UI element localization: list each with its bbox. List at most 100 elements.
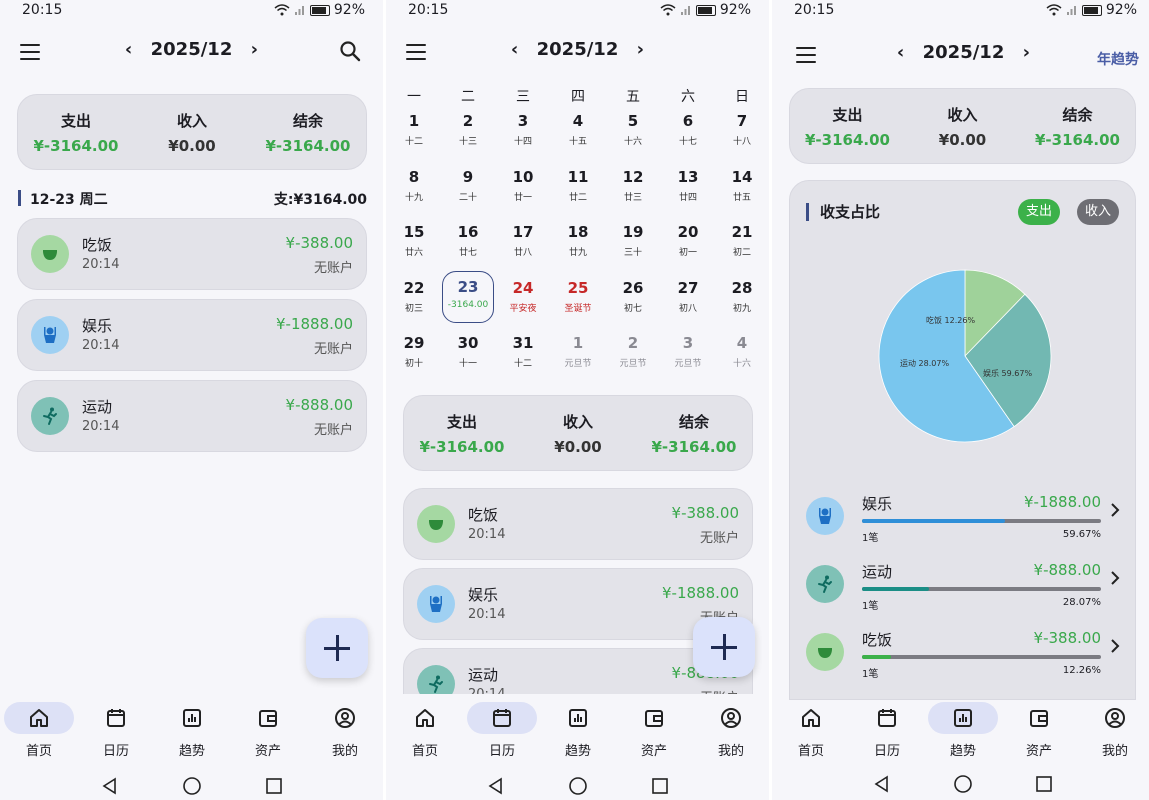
- nav-calendar[interactable]: 日历: [467, 700, 537, 762]
- nav-home[interactable]: 首页: [4, 700, 74, 762]
- month-label[interactable]: 2025/12: [923, 42, 1005, 63]
- back-icon[interactable]: [872, 774, 892, 794]
- next-month-button[interactable]: ›: [1011, 42, 1042, 63]
- day-number: 4: [572, 112, 584, 130]
- calendar-day[interactable]: 17 廿八: [496, 223, 550, 275]
- nav-mine[interactable]: 我的: [1080, 700, 1149, 762]
- balance-label: 结余: [1062, 106, 1093, 124]
- transaction-row[interactable]: 娱乐 20:14 ¥-1888.00 无账户: [17, 299, 367, 371]
- nav-assets[interactable]: 资产: [1004, 700, 1074, 762]
- calendar-day[interactable]: 11 廿二: [551, 168, 605, 220]
- add-record-button[interactable]: [693, 617, 755, 677]
- expense-toggle[interactable]: 支出: [1018, 199, 1060, 225]
- calendar-day[interactable]: 4 十六: [715, 334, 769, 386]
- menu-icon[interactable]: [20, 44, 40, 65]
- recents-icon[interactable]: [650, 776, 670, 796]
- calendar-day[interactable]: 22 初三: [387, 279, 441, 331]
- day-number: 28: [731, 278, 753, 297]
- nav-assets[interactable]: 资产: [619, 700, 689, 762]
- calendar-day[interactable]: 8 十九: [387, 168, 441, 220]
- calendar-day[interactable]: 14 廿五: [715, 168, 769, 220]
- transaction-time: 20:14: [468, 527, 506, 542]
- nav-trend[interactable]: 趋势: [543, 700, 613, 762]
- prev-month-button[interactable]: ‹: [499, 39, 530, 60]
- calendar-day[interactable]: 26 初七: [606, 279, 660, 331]
- calendar-day[interactable]: 21 初二: [715, 223, 769, 275]
- calendar-day[interactable]: 1 元旦节: [551, 334, 605, 386]
- calendar-day[interactable]: 30 十一: [441, 334, 495, 386]
- calendar-day[interactable]: 27 初八: [661, 279, 715, 331]
- next-month-button[interactable]: ›: [625, 39, 656, 60]
- month-label[interactable]: 2025/12: [537, 39, 619, 60]
- puppet-icon: [31, 316, 69, 354]
- calendar-day[interactable]: 12 廿三: [606, 168, 660, 220]
- weekday-label: 四: [571, 89, 585, 105]
- calendar-day[interactable]: 29 初十: [387, 334, 441, 386]
- search-icon[interactable]: [339, 40, 361, 62]
- home-circle-icon[interactable]: [182, 776, 202, 796]
- year-trend-link[interactable]: 年趋势: [1097, 49, 1139, 69]
- transaction-row[interactable]: 吃饭 20:14 ¥-388.00 无账户: [17, 218, 367, 290]
- category-percent: 12.26%: [1062, 665, 1101, 676]
- transaction-row[interactable]: 运动 20:14 ¥-888.00 无账户: [17, 380, 367, 452]
- summary-card: 支出 ¥-3164.00 收入 ¥0.00 结余 ¥-3164.00: [403, 395, 753, 471]
- calendar-day[interactable]: 16 廿七: [441, 223, 495, 275]
- calendar-day[interactable]: 10 廿一: [496, 168, 550, 220]
- month-label[interactable]: 2025/12: [151, 39, 233, 60]
- calendar-day[interactable]: 13 廿四: [661, 168, 715, 220]
- calendar-day[interactable]: 3 元旦节: [661, 334, 715, 386]
- calendar-day[interactable]: 28 初九: [715, 279, 769, 331]
- weekday-label: 六: [681, 89, 695, 105]
- calendar-day[interactable]: 19 三十: [606, 223, 660, 275]
- calendar-day[interactable]: 4 十五: [551, 112, 605, 164]
- transaction-row[interactable]: 吃饭 20:14 ¥-388.00 无账户: [403, 488, 753, 560]
- calendar-day[interactable]: 6 十七: [661, 112, 715, 164]
- day-subtext: 初二: [732, 248, 751, 258]
- category-progress: [862, 519, 1101, 523]
- next-month-button[interactable]: ›: [239, 39, 270, 60]
- nav-home[interactable]: 首页: [776, 700, 846, 762]
- category-row[interactable]: 吃饭 ¥-388.00 1笔 12.26%: [790, 623, 1135, 683]
- calendar-day[interactable]: 20 初一: [661, 223, 715, 275]
- nav-mine[interactable]: 我的: [696, 700, 766, 762]
- category-row[interactable]: 运动 ¥-888.00 1笔 28.07%: [790, 555, 1135, 615]
- calendar-day[interactable]: 31 十二: [496, 334, 550, 386]
- back-icon[interactable]: [100, 776, 120, 796]
- calendar-day[interactable]: 5 十六: [606, 112, 660, 164]
- prev-month-button[interactable]: ‹: [885, 42, 916, 63]
- calendar-day[interactable]: 7 十八: [715, 112, 769, 164]
- recents-icon[interactable]: [264, 776, 284, 796]
- home-circle-icon[interactable]: [568, 776, 588, 796]
- battery-level: 92%: [719, 2, 751, 18]
- calendar-day[interactable]: 2 元旦节: [606, 334, 660, 386]
- recents-icon[interactable]: [1034, 774, 1054, 794]
- nav-assets[interactable]: 资产: [233, 700, 303, 762]
- add-record-button[interactable]: [306, 618, 368, 678]
- calendar-day[interactable]: 2 十三: [441, 112, 495, 164]
- nav-mine[interactable]: 我的: [310, 700, 380, 762]
- calendar-day[interactable]: 25 圣诞节: [551, 279, 605, 331]
- nav-trend[interactable]: 趋势: [157, 700, 227, 762]
- calendar-day[interactable]: 3 十四: [496, 112, 550, 164]
- category-row[interactable]: 娱乐 ¥-1888.00 1笔 59.67%: [790, 487, 1135, 547]
- income-toggle[interactable]: 收入: [1077, 199, 1119, 225]
- nav-calendar[interactable]: 日历: [852, 700, 922, 762]
- nav-trend[interactable]: 趋势: [928, 700, 998, 762]
- menu-icon[interactable]: [406, 44, 426, 65]
- home-circle-icon[interactable]: [953, 774, 973, 794]
- back-icon[interactable]: [486, 776, 506, 796]
- calendar-day[interactable]: 24 平安夜: [496, 279, 550, 331]
- nav-home[interactable]: 首页: [390, 700, 460, 762]
- calendar-day[interactable]: 1 十二: [387, 112, 441, 164]
- calendar-day[interactable]: 18 廿九: [551, 223, 605, 275]
- nav-calendar[interactable]: 日历: [81, 700, 151, 762]
- wifi-icon: [660, 4, 676, 16]
- calendar-day[interactable]: 9 二十: [441, 168, 495, 220]
- calendar-day-selected[interactable]: 23 -3164.00: [442, 270, 494, 323]
- day-number: 19: [622, 223, 644, 241]
- prev-month-button[interactable]: ‹: [113, 39, 144, 60]
- battery-level: 92%: [1105, 2, 1137, 18]
- signal-icon: [294, 6, 304, 15]
- menu-icon[interactable]: [796, 47, 816, 68]
- calendar-day[interactable]: 15 廿六: [387, 223, 441, 275]
